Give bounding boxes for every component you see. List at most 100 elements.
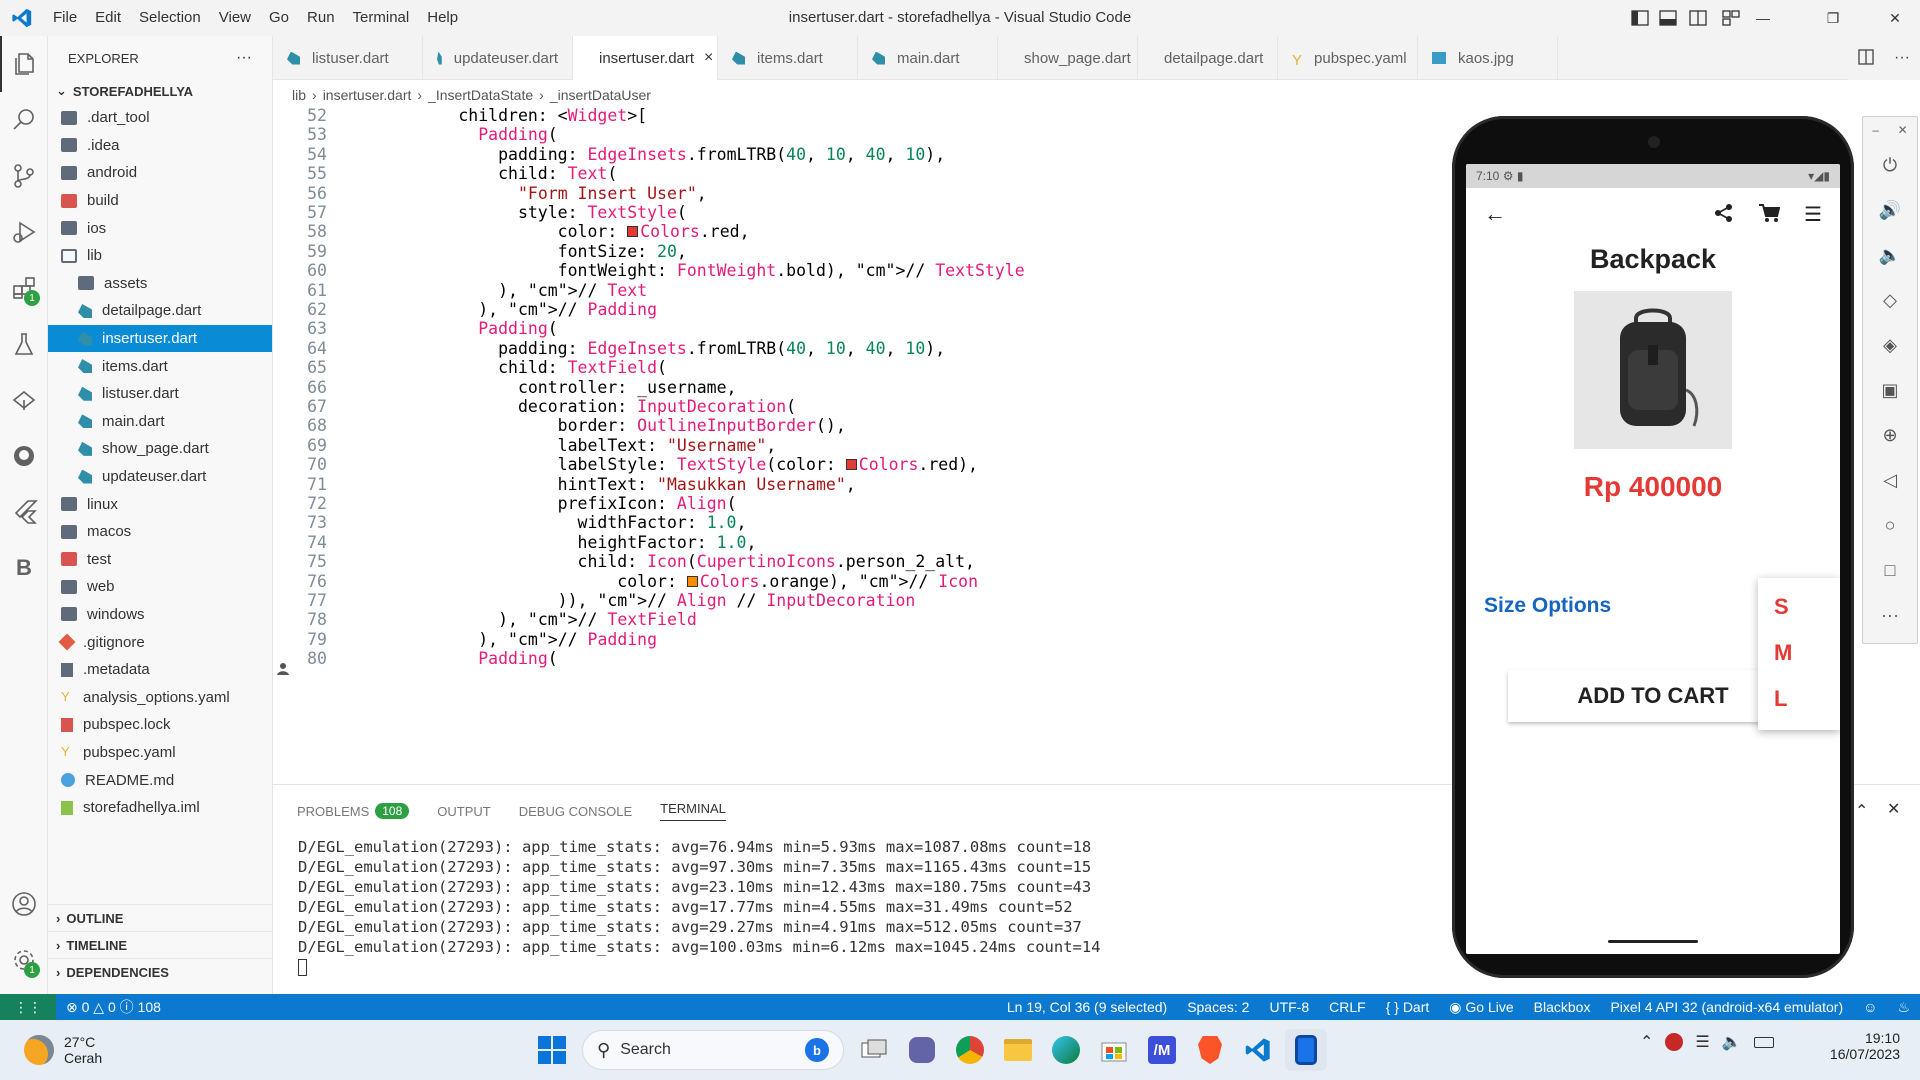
tree-item-macos[interactable]: macos	[48, 518, 272, 546]
extensions-icon[interactable]: 1	[0, 260, 48, 316]
feedback-icon[interactable]: ☺	[1853, 999, 1887, 1015]
tree-item-assets[interactable]: assets	[48, 270, 272, 298]
code-editor[interactable]: 52 children: <Widget>[53 Padding(54 padd…	[273, 104, 1453, 784]
teams-chat-icon[interactable]	[901, 1029, 943, 1071]
chrome-icon[interactable]	[949, 1029, 991, 1071]
tab-insertuser-dart[interactable]: insertuser.dart ×	[573, 36, 718, 80]
breadcrumb-item[interactable]: lib	[292, 87, 306, 103]
emulator-more-icon[interactable]: ···	[1863, 593, 1917, 638]
explorer-more-icon[interactable]: ···	[236, 49, 252, 67]
overview-icon[interactable]: □	[1863, 548, 1917, 593]
volume-down-icon[interactable]: 🔈	[1863, 233, 1917, 278]
tree-item-show-page-dart[interactable]: show_page.dart	[48, 435, 272, 463]
menu-view[interactable]: View	[210, 0, 260, 36]
indentation[interactable]: Spaces: 2	[1177, 999, 1259, 1015]
blackbox-status[interactable]: Blackbox	[1524, 999, 1601, 1015]
shopping-cart-icon[interactable]	[1758, 203, 1781, 226]
show-hidden-icons-icon[interactable]: ⌃	[1640, 1032, 1653, 1052]
tree-item-pubspec-yaml[interactable]: Ypubspec.yaml	[48, 739, 272, 767]
remote-explorer-icon[interactable]	[0, 372, 48, 428]
testing-icon[interactable]	[0, 316, 48, 372]
line-ending[interactable]: CRLF	[1319, 999, 1376, 1015]
size-option-l[interactable]: L	[1758, 676, 1840, 722]
screenshot-camera-icon[interactable]: ▣	[1863, 368, 1917, 413]
hamburger-menu-icon[interactable]: ☰	[1804, 202, 1822, 227]
device-selector[interactable]: Pixel 4 API 32 (android-x64 emulator)	[1600, 999, 1853, 1015]
start-windows-icon[interactable]	[531, 1029, 573, 1071]
tree-item-gitignore[interactable]: .gitignore	[48, 628, 272, 656]
menu-file[interactable]: File	[44, 0, 86, 36]
source-control-icon[interactable]	[0, 148, 48, 204]
share-icon[interactable]	[1714, 203, 1734, 226]
split-editor-icon[interactable]	[1858, 48, 1874, 68]
menu-terminal[interactable]: Terminal	[344, 0, 419, 36]
encoding[interactable]: UTF-8	[1259, 999, 1319, 1015]
menu-selection[interactable]: Selection	[130, 0, 210, 36]
taskbar-search[interactable]: ⚲ Search b	[582, 1030, 844, 1070]
problems-summary[interactable]: ⊗ 0 △ 0 ⓘ 108	[56, 997, 171, 1017]
terminal-app-icon[interactable]: /Μ	[1141, 1029, 1183, 1071]
back-icon[interactable]: ◁	[1863, 458, 1917, 503]
remote-indicator-icon[interactable]: ⋮⋮	[0, 994, 56, 1020]
tree-item-metadata[interactable]: .metadata	[48, 656, 272, 684]
tree-item-items-dart[interactable]: items.dart	[48, 352, 272, 380]
tree-item-pubspec-lock[interactable]: pubspec.lock	[48, 711, 272, 739]
tree-item-idea[interactable]: .idea	[48, 132, 272, 160]
language-mode[interactable]: { } Dart	[1376, 999, 1440, 1015]
breadcrumb-item[interactable]: _insertDataUser	[550, 87, 651, 103]
add-to-cart-button[interactable]: ADD TO CART	[1508, 670, 1798, 722]
tab-pubspec-yaml[interactable]: Ypubspec.yaml	[1278, 36, 1418, 80]
go-live-button[interactable]: ◉ Go Live	[1439, 999, 1523, 1016]
tree-item-web[interactable]: web	[48, 573, 272, 601]
menu-go[interactable]: Go	[260, 0, 298, 36]
emulator-close-icon[interactable]: ✕	[1898, 123, 1908, 137]
close-window-icon[interactable]: ✕	[1872, 0, 1918, 36]
tab-kaos-jpg[interactable]: kaos.jpg	[1418, 36, 1558, 80]
panel-tab-terminal[interactable]: TERMINAL	[660, 801, 726, 821]
manage-gear-icon[interactable]: 1	[0, 932, 48, 988]
tree-item-lib[interactable]: lib	[48, 242, 272, 270]
store-icon[interactable]	[1093, 1029, 1135, 1071]
home-icon[interactable]: ○	[1863, 503, 1917, 548]
android-emulator-icon[interactable]	[1285, 1029, 1327, 1071]
volume-icon[interactable]: 🔈	[1722, 1032, 1742, 1052]
notifications-bell-icon[interactable]: ♨	[1887, 999, 1920, 1016]
battery-icon[interactable]	[1753, 1036, 1774, 1048]
edge-icon[interactable]	[1045, 1029, 1087, 1071]
tab-items-dart[interactable]: items.dart	[718, 36, 858, 80]
close-tab-icon[interactable]: ×	[704, 49, 713, 67]
tree-item-listuser-dart[interactable]: listuser.dart	[48, 380, 272, 408]
power-icon[interactable]: ⏻	[1863, 143, 1917, 188]
antivirus-icon[interactable]	[1665, 1033, 1684, 1051]
tab-main-dart[interactable]: main.dart	[858, 36, 998, 80]
clock[interactable]: 19:10 16/07/2023	[1800, 1030, 1900, 1062]
back-arrow-icon[interactable]: ←	[1484, 201, 1506, 227]
blackbox-icon[interactable]: B	[0, 540, 48, 596]
menu-help[interactable]: Help	[418, 0, 467, 36]
brave-icon[interactable]	[1189, 1029, 1231, 1071]
tree-item-dart-tool[interactable]: .dart_tool	[48, 104, 272, 132]
volume-up-icon[interactable]: 🔊	[1863, 188, 1917, 233]
maximize-panel-icon[interactable]: ⌃	[1855, 801, 1868, 821]
tree-item-main-dart[interactable]: main.dart	[48, 408, 272, 436]
panel-tab-debug-console[interactable]: DEBUG CONSOLE	[519, 804, 632, 819]
outline-section[interactable]: › OUTLINE	[48, 904, 273, 931]
task-view-icon[interactable]	[853, 1029, 895, 1071]
explorer-icon[interactable]	[0, 36, 48, 92]
tree-item-build[interactable]: build	[48, 187, 272, 215]
size-option-s[interactable]: S	[1758, 584, 1840, 630]
tree-item-insertuser-dart[interactable]: insertuser.dart	[48, 324, 272, 353]
tree-item-analysis-options-yaml[interactable]: Yanalysis_options.yaml	[48, 683, 272, 711]
menu-edit[interactable]: Edit	[86, 0, 130, 36]
run-debug-icon[interactable]	[0, 204, 48, 260]
restore-icon[interactable]: ❐	[1810, 0, 1856, 36]
breadcrumb-item[interactable]: _InsertDataState	[428, 87, 533, 103]
panel-tab-problems[interactable]: PROBLEMS 108	[297, 803, 410, 819]
workspace-root[interactable]: ⌄ STOREFADHELLYA	[48, 80, 272, 102]
rotate-right-icon[interactable]: ◈	[1863, 323, 1917, 368]
rotate-left-icon[interactable]: ◇	[1863, 278, 1917, 323]
gesture-nav-handle[interactable]	[1608, 940, 1698, 943]
breadcrumb-item[interactable]: insertuser.dart	[323, 87, 412, 103]
tree-item-test[interactable]: test	[48, 546, 272, 574]
close-panel-icon[interactable]: ✕	[1887, 799, 1900, 819]
